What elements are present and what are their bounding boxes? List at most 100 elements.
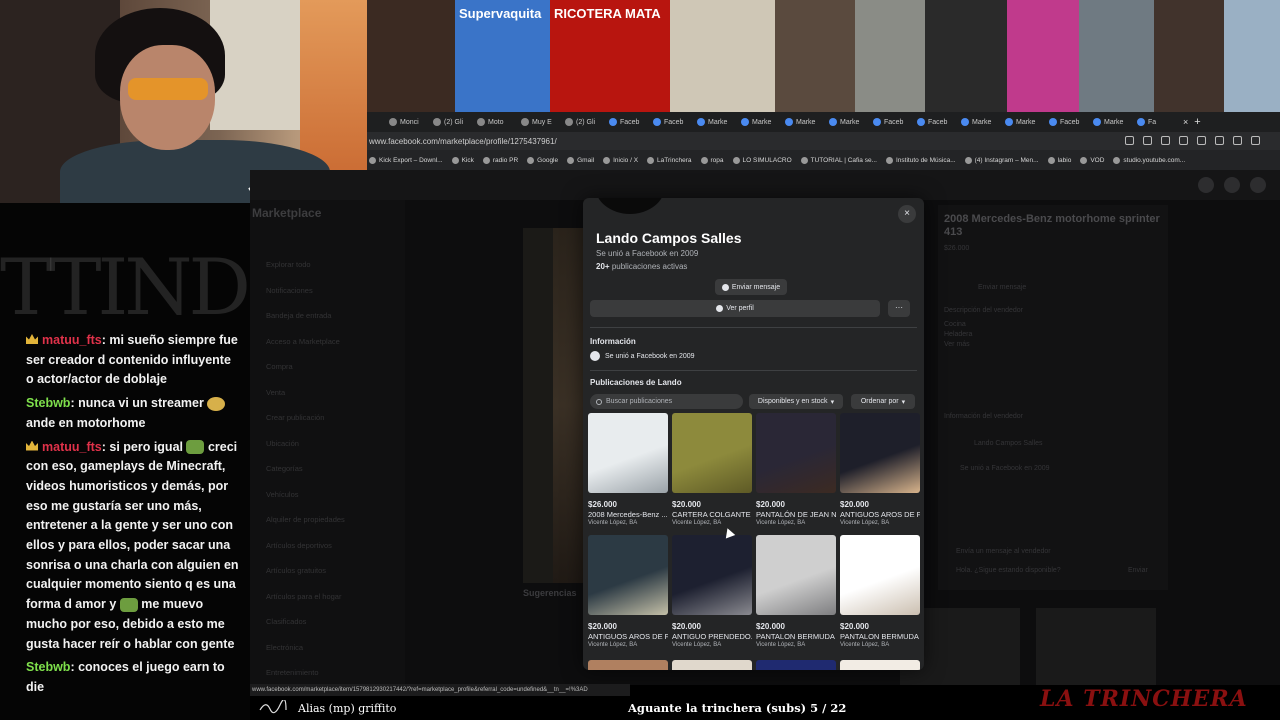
- chat-username[interactable]: matuu_fts: [42, 333, 102, 347]
- listing-card[interactable]: $20.000 PANTALON BERMUDA ... Vicente López…: [756, 535, 836, 648]
- video-thumbnail[interactable]: [775, 0, 855, 112]
- listing-photo[interactable]: [756, 413, 836, 493]
- browser-tab[interactable]: Faceb: [1049, 114, 1093, 130]
- listing-card[interactable]: $20.000 CARTERA COLGANTE ... Vicente López…: [672, 413, 752, 526]
- video-thumbnail[interactable]: [1079, 0, 1154, 112]
- close-icon[interactable]: ×: [898, 205, 916, 223]
- listing-card[interactable]: $20.000 PANTALÓN DE JEAN N... Vicente Lópe…: [756, 413, 836, 526]
- browser-tab[interactable]: Marke: [741, 114, 785, 130]
- browser-tab[interactable]: Marke: [785, 114, 829, 130]
- sidebar-item[interactable]: Vehículos: [266, 490, 299, 499]
- browser-tab[interactable]: Faceb: [653, 114, 697, 130]
- notifications-icon[interactable]: [1224, 177, 1240, 193]
- video-thumbnail[interactable]: [1224, 0, 1280, 112]
- listing-card[interactable]: $20.000 ANTIGUOS AROS DE F... Vicente Lópe…: [588, 535, 668, 648]
- listing-photo[interactable]: [756, 535, 836, 615]
- extensions-icon[interactable]: [1197, 136, 1206, 145]
- seller-avatar[interactable]: [595, 198, 665, 214]
- bookmark-item[interactable]: Instituto de Música...: [886, 156, 956, 164]
- availability-filter-dropdown[interactable]: Disponibles y en stock ▾: [749, 394, 843, 409]
- listing-photo[interactable]: [840, 413, 920, 493]
- listing-card-partial[interactable]: [672, 660, 752, 670]
- new-tab-icon[interactable]: +: [1194, 116, 1200, 128]
- menu-grid-icon[interactable]: [1198, 177, 1214, 193]
- browser-tab[interactable]: Fa: [1137, 114, 1181, 130]
- browser-address-bar[interactable]: www.facebook.com/marketplace/profile/127…: [367, 132, 1280, 150]
- bookmark-item[interactable]: TUTORIAL | Cafia se...: [800, 156, 877, 164]
- browser-tab[interactable]: Faceb: [609, 114, 653, 130]
- install-app-icon[interactable]: [1143, 136, 1152, 145]
- browser-tab[interactable]: Marke: [829, 114, 873, 130]
- view-profile-button[interactable]: Ver perfil: [590, 300, 880, 317]
- more-options-button[interactable]: ···: [888, 300, 910, 317]
- listing-card[interactable]: $20.000 PANTALON BERMUDA ... Vicente López…: [840, 535, 920, 648]
- video-thumbnail[interactable]: Supervaquita: [455, 0, 550, 112]
- bookmark-item[interactable]: studio.youtube.com...: [1113, 156, 1185, 164]
- close-tab-icon[interactable]: ×: [1183, 117, 1188, 127]
- sidebar-item[interactable]: Ubicación: [266, 439, 299, 448]
- sidebar-item[interactable]: Acceso a Marketplace: [266, 337, 340, 346]
- sidebar-item[interactable]: Artículos para el hogar: [266, 592, 341, 601]
- browser-tab[interactable]: Marke: [961, 114, 1005, 130]
- sidebar-item[interactable]: Clasificados: [266, 617, 306, 626]
- bookmark-item[interactable]: labio: [1047, 156, 1071, 164]
- browser-tab[interactable]: Monci: [389, 114, 433, 130]
- sidebar-item[interactable]: Notificaciones: [266, 286, 313, 295]
- account-avatar-icon[interactable]: [1250, 177, 1266, 193]
- sidebar-item[interactable]: Compra: [266, 362, 293, 371]
- listing-photo[interactable]: [588, 413, 668, 493]
- browser-tab[interactable]: Marke: [1005, 114, 1049, 130]
- brave-shield-icon[interactable]: [1179, 136, 1188, 145]
- browser-tab[interactable]: Faceb: [873, 114, 917, 130]
- listing-photo[interactable]: [672, 413, 752, 493]
- listing-card-partial[interactable]: [588, 660, 668, 670]
- video-thumbnail[interactable]: [1007, 0, 1079, 112]
- listing-card-partial[interactable]: [840, 660, 920, 670]
- bookmark-item[interactable]: Gmail: [567, 156, 594, 164]
- browser-tab[interactable]: (2) Gli: [433, 114, 477, 130]
- bookmark-item[interactable]: radio PR: [482, 156, 518, 164]
- settings-icon[interactable]: [1251, 136, 1260, 145]
- sidebar-item[interactable]: Crear publicación: [266, 413, 324, 422]
- sidebar-item[interactable]: Electrónica: [266, 643, 303, 652]
- video-thumbnail[interactable]: [1154, 0, 1224, 112]
- listing-photo[interactable]: [672, 535, 752, 615]
- browser-tab[interactable]: Muy E: [521, 114, 565, 130]
- bookmark-item[interactable]: LaTrinchera: [647, 156, 692, 164]
- chat-username[interactable]: Stebwb: [26, 660, 70, 674]
- bookmark-item[interactable]: (4) Instagram – Men...: [964, 156, 1039, 164]
- url-text[interactable]: www.facebook.com/marketplace/profile/127…: [369, 137, 557, 146]
- bookmark-item[interactable]: Google: [527, 156, 558, 164]
- bookmark-item[interactable]: Inicio / X: [603, 156, 638, 164]
- sidebar-item[interactable]: Bandeja de entrada: [266, 311, 331, 320]
- browser-tab[interactable]: Marke: [697, 114, 741, 130]
- bookmark-item[interactable]: Kick Export – Downl...: [369, 156, 443, 164]
- sidebar-item[interactable]: Explorar todo: [266, 260, 311, 269]
- video-thumbnail[interactable]: [367, 0, 455, 112]
- bookmark-item[interactable]: LO SIMULACRO: [732, 156, 792, 164]
- browser-tab[interactable]: Marke: [1093, 114, 1137, 130]
- listing-photo[interactable]: [588, 535, 668, 615]
- listing-card[interactable]: $20.000 ANTIGUOS AROS DE F... Vicente Lópe…: [840, 413, 920, 526]
- browser-tab[interactable]: Faceb: [917, 114, 961, 130]
- browser-tab[interactable]: (2) Gli: [565, 114, 609, 130]
- listing-card[interactable]: $26.000 2008 Mercedes-Benz ... Vicente Lóp…: [588, 413, 668, 526]
- chat-username[interactable]: matuu_fts: [42, 440, 102, 454]
- listing-card-partial[interactable]: [756, 660, 836, 670]
- send-message-button[interactable]: Enviar mensaje: [715, 279, 787, 295]
- bookmark-item[interactable]: Kick: [451, 156, 474, 164]
- video-thumbnail[interactable]: [855, 0, 925, 112]
- sidebar-item[interactable]: Alquiler de propiedades: [266, 515, 345, 524]
- sidebar-icon[interactable]: [1215, 136, 1224, 145]
- browser-tab[interactable]: Moto: [477, 114, 521, 130]
- video-thumbnail[interactable]: [670, 0, 775, 112]
- chat-username[interactable]: Stebwb: [26, 396, 70, 410]
- bookmark-star-icon[interactable]: [1161, 136, 1170, 145]
- sidebar-item[interactable]: Categorías: [266, 464, 303, 473]
- sidebar-item[interactable]: Entretenimiento: [266, 668, 319, 677]
- zoom-icon[interactable]: [1125, 136, 1134, 145]
- bookmark-item[interactable]: ropa: [700, 156, 724, 164]
- sort-dropdown[interactable]: Ordenar por ▾: [851, 394, 915, 409]
- sidebar-item[interactable]: Artículos deportivos: [266, 541, 332, 550]
- video-thumbnail[interactable]: [925, 0, 1007, 112]
